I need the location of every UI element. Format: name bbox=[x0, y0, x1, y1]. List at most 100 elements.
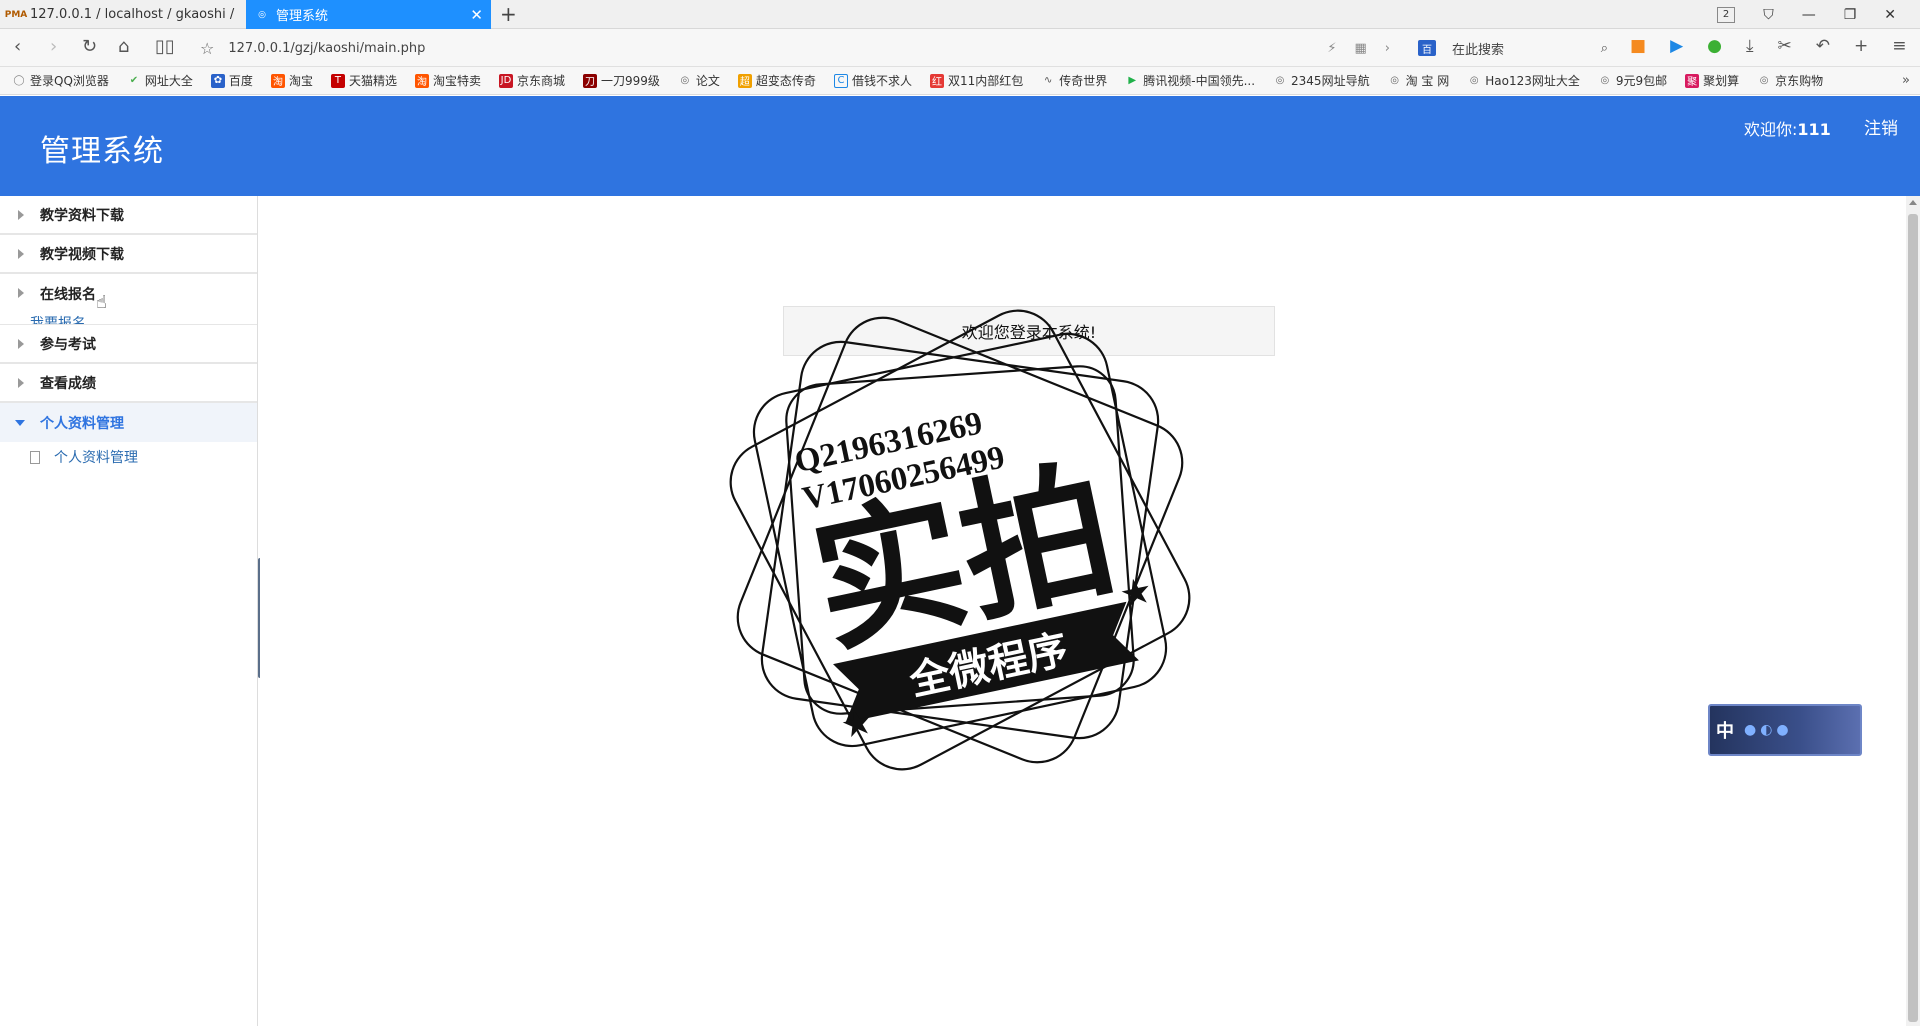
minimize-button[interactable]: — bbox=[1802, 7, 1816, 23]
browser-nav-bar: ‹ › ↻ ⌂ ▯▯ ☆ 127.0.0.1/gzj/kaoshi/main.p… bbox=[0, 29, 1920, 67]
taobao-icon: 淘 bbox=[414, 73, 429, 88]
bookmark-item[interactable]: ◎ 论文 bbox=[678, 72, 720, 89]
shirt-icon[interactable]: ⛉ bbox=[1763, 7, 1774, 23]
close-tab-icon[interactable]: ✕ bbox=[470, 6, 483, 24]
video-icon[interactable]: ■ bbox=[1630, 36, 1646, 56]
scroll-thumb[interactable] bbox=[1908, 214, 1918, 1022]
tab-label: 管理系统 bbox=[276, 9, 329, 24]
hand-cursor-icon: ☝ bbox=[96, 292, 107, 313]
window-controls: 2 ⛉ — ❐ ✕ bbox=[1716, 0, 1896, 29]
new-tab-button[interactable]: + bbox=[500, 2, 517, 26]
refresh-icon[interactable]: ↻ bbox=[82, 37, 97, 57]
sidebar-item-profile[interactable]: 个人资料管理 bbox=[0, 403, 257, 442]
juhuasuan-icon: 聚 bbox=[1685, 73, 1700, 88]
username: 111 bbox=[1797, 120, 1831, 139]
restore-button[interactable]: ❐ bbox=[1844, 7, 1857, 23]
bookmarks-bar: ◯ 登录QQ浏览器 ✔ 网址大全 ✿ 百度 淘淘宝 T 天猫精选 淘淘宝特卖 JD 京东商… bbox=[0, 67, 1920, 95]
caret-right-icon bbox=[18, 339, 24, 349]
bookmark-item[interactable]: ∿ 传奇世界 bbox=[1041, 72, 1107, 89]
plus-icon[interactable]: + bbox=[1854, 36, 1868, 56]
bookmark-item[interactable]: ✔ 网址大全 bbox=[127, 72, 193, 89]
sidebar-item-take-exam[interactable]: 参与考试 bbox=[0, 325, 257, 364]
search-box[interactable]: 百 在此搜索 ⌕ bbox=[1418, 36, 1608, 60]
game-icon: 刀 bbox=[583, 73, 597, 88]
bookmark-item[interactable]: 刀一刀999级 bbox=[583, 72, 660, 89]
baidu-icon[interactable]: 百 bbox=[1418, 40, 1436, 56]
globe-icon: ◎ bbox=[680, 75, 690, 86]
play-icon[interactable]: ▶ bbox=[1670, 36, 1683, 56]
sidebar-subitem-profile[interactable]: 个人资料管理 bbox=[0, 442, 257, 472]
welcome-message: 欢迎您登录本系统! bbox=[783, 306, 1275, 356]
logout-link[interactable]: 注销 bbox=[1864, 114, 1898, 139]
loan-icon: C bbox=[833, 73, 848, 88]
bookmark-item[interactable]: C 借钱不求人 bbox=[833, 72, 912, 89]
jd-icon: JD bbox=[498, 73, 513, 88]
toolbar-icons: ■ ▶ ● ⤓ ✂ ↶ + ≡ bbox=[1630, 36, 1907, 56]
main-content: 欢迎您登录本系统! bbox=[260, 196, 1900, 1026]
forward-icon[interactable]: › bbox=[50, 37, 57, 57]
chevron-right-icon[interactable]: › bbox=[1385, 41, 1390, 56]
tab-count-badge[interactable]: 2 bbox=[1716, 6, 1736, 23]
red-packet-icon: 红 bbox=[929, 73, 944, 88]
bookmark-item[interactable]: 淘淘宝 bbox=[270, 72, 313, 89]
globe-icon: ◎ bbox=[1390, 75, 1399, 86]
qr-icon[interactable]: ▦ bbox=[1355, 41, 1367, 56]
caret-right-icon bbox=[18, 378, 24, 388]
bookmark-item[interactable]: 红双11内部红包 bbox=[929, 72, 1023, 89]
bookmark-item[interactable]: ◎ 9元9包邮 bbox=[1598, 72, 1667, 89]
sidebar-item-online-registration[interactable]: 在线报名 bbox=[0, 274, 257, 313]
welcome-user: 欢迎你:111 bbox=[1744, 120, 1831, 139]
bookmark-item[interactable]: ✿ 百度 bbox=[210, 72, 253, 89]
tab-phpmyadmin[interactable]: PMA 127.0.0.1 / localhost / gkaoshi / ba bbox=[0, 0, 245, 29]
bookmark-item[interactable]: ◎ Hao123网址大全 bbox=[1467, 72, 1580, 89]
sidebar-subitem-register[interactable]: 我要报名 bbox=[0, 313, 257, 325]
phpmyadmin-icon: PMA bbox=[4, 9, 28, 20]
ime-widget[interactable]: 中 ●◐● bbox=[1708, 704, 1862, 756]
more-bookmarks-icon[interactable]: » bbox=[1902, 73, 1910, 88]
bookmark-item[interactable]: 聚聚划算 bbox=[1685, 72, 1739, 89]
app-header: 管理系统 欢迎你:111 注销 bbox=[0, 96, 1920, 196]
url-text[interactable]: 127.0.0.1/gzj/kaoshi/main.php bbox=[228, 41, 425, 56]
bookmark-star-icon[interactable]: ☆ bbox=[200, 39, 214, 58]
bookmark-item[interactable]: T 天猫精选 bbox=[330, 72, 397, 89]
sidebar: 教学资料下载 教学视频下载 在线报名 我要报名 参与考试 查看成绩 个人资料管理… bbox=[0, 196, 258, 1026]
search-input[interactable]: 在此搜索 bbox=[1452, 39, 1504, 58]
bookmark-item[interactable]: JD 京东商城 bbox=[498, 72, 565, 89]
hao-icon: ✔ bbox=[129, 75, 139, 86]
sidebar-item-teaching-videos[interactable]: 教学视频下载 bbox=[0, 235, 257, 274]
back-icon[interactable]: ‹ bbox=[14, 37, 21, 57]
page-title: 管理系统 bbox=[40, 134, 164, 169]
vertical-scrollbar[interactable] bbox=[1906, 196, 1920, 1026]
globe-icon: ◎ bbox=[1600, 75, 1610, 86]
undo-icon[interactable]: ↶ bbox=[1816, 36, 1830, 56]
home-icon[interactable]: ⌂ bbox=[118, 37, 129, 57]
close-window-button[interactable]: ✕ bbox=[1884, 7, 1896, 23]
download-icon[interactable]: ⤓ bbox=[1746, 36, 1754, 56]
bookmark-item[interactable]: ▶ 腾讯视频-中国领先... bbox=[1125, 72, 1255, 89]
bookmark-item[interactable]: ◎ 京东购物 bbox=[1757, 72, 1823, 89]
bookmark-item[interactable]: 淘淘宝特卖 bbox=[414, 72, 481, 89]
search-icon[interactable]: ⌕ bbox=[1601, 41, 1608, 56]
bookmark-item[interactable]: 超超变态传奇 bbox=[737, 72, 816, 89]
caret-right-icon bbox=[18, 210, 24, 220]
sidebar-item-view-scores[interactable]: 查看成绩 bbox=[0, 364, 257, 403]
scissors-icon[interactable]: ✂ bbox=[1778, 36, 1792, 56]
bookmark-item[interactable]: ◯ 登录QQ浏览器 bbox=[12, 72, 109, 89]
tab-management-system[interactable]: ◎ 管理系统 ✕ bbox=[246, 0, 491, 29]
tmall-icon: T bbox=[330, 73, 345, 88]
globe-icon: ◎ bbox=[258, 9, 266, 20]
bookmark-item[interactable]: ◎ 2345网址导航 bbox=[1273, 72, 1370, 89]
reader-icon[interactable]: ▯▯ bbox=[155, 37, 175, 57]
lightning-icon[interactable]: ⚡ bbox=[1327, 41, 1336, 56]
sidebar-item-teaching-materials[interactable]: 教学资料下载 bbox=[0, 196, 257, 235]
ime-toolbar-icons: ●◐● bbox=[1744, 722, 1793, 738]
wechat-icon[interactable]: ● bbox=[1707, 36, 1722, 56]
scroll-up-icon[interactable] bbox=[1909, 200, 1917, 205]
address-bar[interactable]: ☆ 127.0.0.1/gzj/kaoshi/main.php ⚡ ▦ › bbox=[200, 36, 1390, 60]
caret-right-icon bbox=[18, 288, 24, 298]
menu-icon[interactable]: ≡ bbox=[1892, 36, 1906, 56]
game-icon: ∿ bbox=[1044, 75, 1053, 86]
browser-tab-bar: PMA 127.0.0.1 / localhost / gkaoshi / ba… bbox=[0, 0, 1920, 29]
bookmark-item[interactable]: ◎ 淘 宝 网 bbox=[1388, 72, 1449, 89]
document-icon bbox=[30, 450, 40, 464]
